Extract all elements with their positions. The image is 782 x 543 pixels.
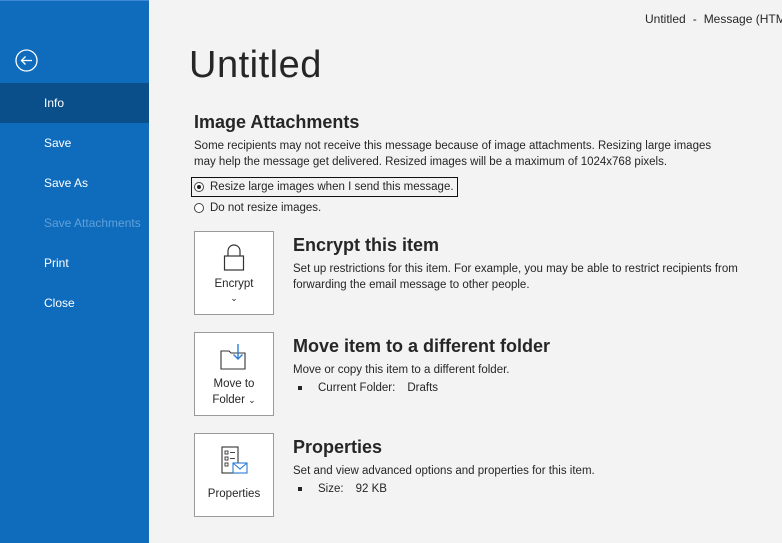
properties-button-label: Properties: [207, 488, 261, 500]
window-title-app: Message (HTM: [703, 12, 782, 26]
size-label: Size:: [318, 483, 344, 495]
current-folder-value: Drafts: [407, 382, 439, 394]
move-description: Move or copy this item to a different fo…: [293, 364, 510, 376]
nav-item-close[interactable]: Close: [0, 283, 149, 323]
encrypt-button[interactable]: Encrypt ⌄: [194, 231, 274, 315]
current-folder-row: Current Folder: Drafts: [298, 382, 438, 394]
move-to-folder-button[interactable]: Move to Folder ⌄: [194, 332, 274, 416]
window-title-separator: -: [692, 12, 697, 26]
radio-do-not-resize[interactable]: Do not resize images.: [194, 199, 321, 217]
move-to-folder-label-text: Folder: [212, 394, 245, 406]
image-attachments-heading: Image Attachments: [194, 112, 360, 132]
radio-button-checked[interactable]: [194, 182, 204, 192]
radio-resize-images[interactable]: Resize large images when I send this mes…: [191, 177, 458, 197]
nav-item-save-attachments: Save Attachments: [44, 216, 141, 230]
page-title: Untitled: [189, 44, 322, 86]
properties-heading: Properties: [293, 437, 383, 457]
backstage-nav: Info Save Save As Save Attachments Print…: [0, 0, 149, 543]
image-attachments-description: Some recipients may not receive this mes…: [194, 140, 712, 168]
window-title-doc: Untitled: [645, 12, 686, 26]
radio-button-unchecked[interactable]: [194, 203, 204, 213]
properties-button[interactable]: Properties: [194, 433, 274, 517]
chevron-down-icon: ⌄: [248, 395, 256, 405]
nav-item-info[interactable]: Info: [0, 83, 149, 123]
nav-item-print[interactable]: Print: [0, 243, 149, 283]
bullet-icon: [298, 386, 302, 390]
encrypt-description: Set up restrictions for this item. For e…: [293, 263, 738, 291]
bullet-icon: [298, 487, 302, 491]
back-arrow-icon: [15, 49, 38, 72]
current-folder-label: Current Folder:: [318, 382, 396, 394]
move-to-folder-label-line2: Folder ⌄: [195, 392, 273, 408]
radio-resize-images-label: Resize large images when I send this mes…: [210, 181, 454, 193]
back-button[interactable]: [15, 49, 38, 72]
radio-do-not-resize-label: Do not resize images.: [210, 202, 322, 214]
nav-item-save[interactable]: Save: [0, 123, 149, 163]
window-title: Untitled - Message (HTM: [645, 12, 782, 26]
properties-icon: [221, 446, 248, 474]
encrypt-heading: Encrypt this item: [293, 235, 440, 255]
nav-item-save-as[interactable]: Save As: [0, 163, 149, 203]
properties-description: Set and view advanced options and proper…: [293, 465, 595, 477]
chevron-down-icon: ⌄: [230, 293, 238, 303]
lock-icon: [223, 244, 245, 271]
nav-top-divider: [0, 0, 149, 1]
move-to-folder-label-line1: Move to: [213, 378, 255, 390]
move-folder-icon: [220, 344, 246, 370]
size-row: Size: 92 KB: [298, 483, 387, 495]
move-heading: Move item to a different folder: [293, 336, 551, 356]
size-value: 92 KB: [355, 483, 387, 495]
